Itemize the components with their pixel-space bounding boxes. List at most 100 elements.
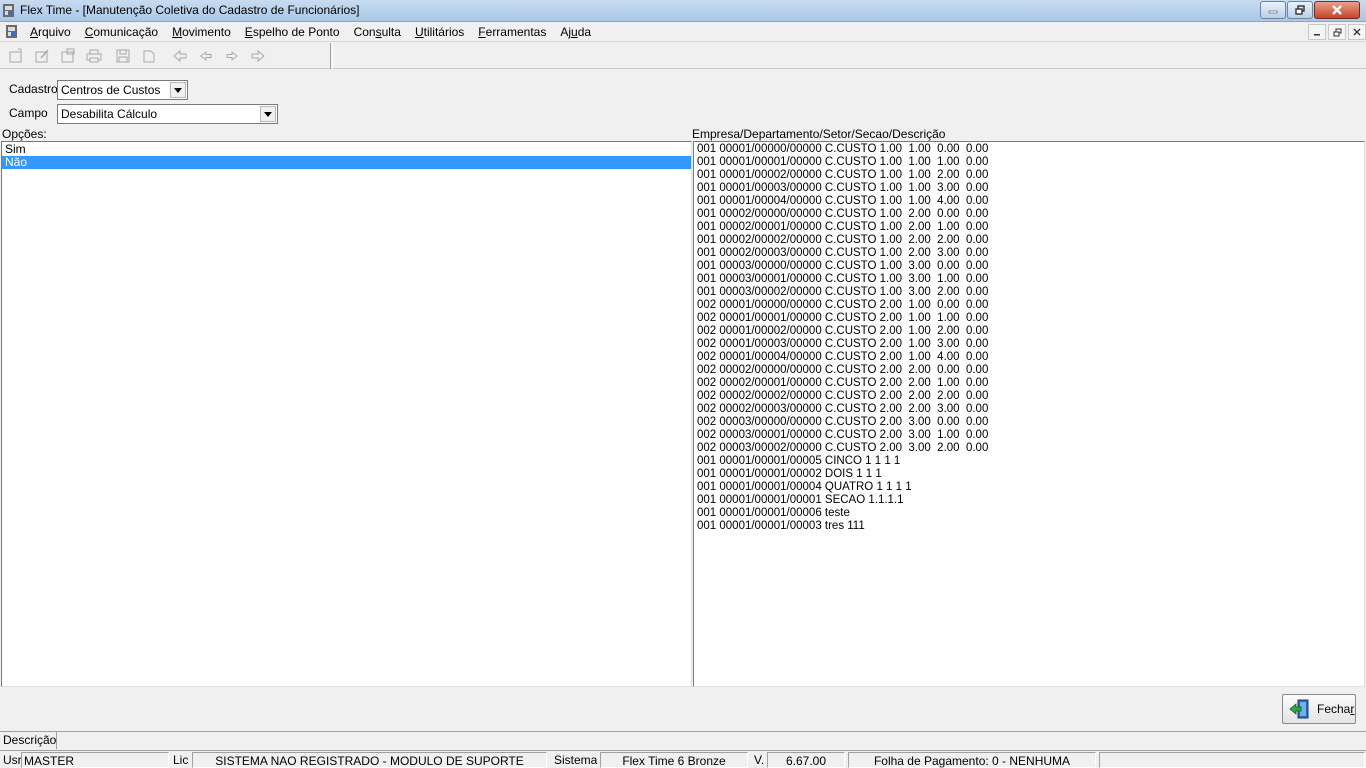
- menu-item-arquivo[interactable]: Arquivo: [23, 25, 78, 39]
- cadastro-select-value: Centros de Custos: [61, 83, 161, 97]
- delete-record-icon: [61, 48, 75, 63]
- window-title: Flex Time - [Manutenção Coletiva do Cada…: [20, 3, 360, 17]
- previous-arrow-icon: [200, 50, 212, 62]
- list-item[interactable]: 001 00001/00001/00006 teste: [694, 507, 1364, 520]
- list-item[interactable]: 001 00003/00000/00000 C.CUSTO 1.00 3.00 …: [694, 260, 1364, 273]
- list-item[interactable]: 001 00001/00004/00000 C.CUSTO 1.00 1.00 …: [694, 195, 1364, 208]
- list-item[interactable]: 001 00003/00001/00000 C.CUSTO 1.00 3.00 …: [694, 273, 1364, 286]
- option-item[interactable]: Não: [2, 156, 691, 169]
- restore-button[interactable]: [1287, 1, 1313, 19]
- mdi-close-button[interactable]: [1348, 24, 1366, 40]
- list-item[interactable]: 002 00002/00002/00000 C.CUSTO 2.00 2.00 …: [694, 390, 1364, 403]
- new-record-button[interactable]: [7, 47, 25, 65]
- undo-icon: [143, 50, 155, 63]
- delete-record-button[interactable]: [59, 47, 77, 65]
- status-version-value: 6.67.00: [767, 752, 845, 768]
- status-lic-label: Lic: [173, 753, 189, 767]
- last-record-button[interactable]: [249, 47, 267, 65]
- option-item[interactable]: Sim: [2, 143, 691, 156]
- restore-icon: [1295, 5, 1305, 15]
- list-item[interactable]: 001 00001/00001/00002 DOIS 1 1 1: [694, 468, 1364, 481]
- exit-door-icon: [1289, 699, 1309, 719]
- options-list[interactable]: Sim Não: [1, 141, 692, 687]
- list-item[interactable]: 002 00003/00001/00000 C.CUSTO 2.00 3.00 …: [694, 429, 1364, 442]
- menu-item-espelho-de-ponto[interactable]: Espelho de Ponto: [238, 25, 347, 39]
- list-item[interactable]: 001 00001/00002/00000 C.CUSTO 1.00 1.00 …: [694, 169, 1364, 182]
- opcoes-label: Opções:: [2, 127, 47, 141]
- save-icon: [116, 49, 130, 63]
- list-item[interactable]: 001 00001/00001/00001 SECAO 1.1.1.1: [694, 494, 1364, 507]
- close-icon: [1353, 28, 1361, 36]
- printer-icon: [86, 49, 102, 63]
- list-item[interactable]: 002 00002/00003/00000 C.CUSTO 2.00 2.00 …: [694, 403, 1364, 416]
- menu-bar: Arquivo Comunicação Movimento Espelho de Po…: [0, 22, 1366, 42]
- next-arrow-icon: [226, 50, 238, 62]
- toolbar: [0, 43, 1366, 69]
- fechar-button-label: Fechar: [1317, 702, 1355, 716]
- app-icon[interactable]: [2, 3, 16, 18]
- list-item[interactable]: 002 00003/00000/00000 C.CUSTO 2.00 3.00 …: [694, 416, 1364, 429]
- cancel-button[interactable]: [140, 47, 158, 65]
- list-item[interactable]: 001 00002/00002/00000 C.CUSTO 1.00 2.00 …: [694, 234, 1364, 247]
- close-window-button[interactable]: [1314, 1, 1360, 19]
- minimize-button[interactable]: [1260, 1, 1286, 19]
- status-usr-label: Usr: [3, 753, 22, 767]
- menu-item-utilitarios[interactable]: Utilitários: [408, 25, 471, 39]
- descricao-label: Descrição: [0, 732, 57, 749]
- next-record-button[interactable]: [223, 47, 241, 65]
- list-item[interactable]: 001 00001/00000/00000 C.CUSTO 1.00 1.00 …: [694, 143, 1364, 156]
- list-item[interactable]: 001 00001/00001/00003 tres 111: [694, 520, 1364, 533]
- status-bar: Usr MASTER Lic SISTEMA NAO REGISTRADO - …: [0, 750, 1366, 768]
- list-item[interactable]: 002 00001/00004/00000 C.CUSTO 2.00 1.00 …: [694, 351, 1364, 364]
- empresa-label: Empresa/Departamento/Setor/Secao/Descriç…: [692, 127, 946, 141]
- status-version-label: V.: [754, 753, 765, 767]
- list-item[interactable]: 001 00002/00000/00000 C.CUSTO 1.00 2.00 …: [694, 208, 1364, 221]
- campo-select-value: Desabilita Cálculo: [61, 107, 158, 121]
- document-icon[interactable]: [5, 24, 19, 39]
- chevron-down-icon[interactable]: [170, 82, 186, 98]
- list-item[interactable]: 002 00001/00003/00000 C.CUSTO 2.00 1.00 …: [694, 338, 1364, 351]
- list-item[interactable]: 002 00002/00001/00000 C.CUSTO 2.00 2.00 …: [694, 377, 1364, 390]
- list-item[interactable]: 001 00001/00001/00004 QUATRO 1 1 1 1: [694, 481, 1364, 494]
- campo-label: Campo: [9, 106, 48, 120]
- mdi-minimize-button[interactable]: [1308, 24, 1326, 40]
- status-usr-value: MASTER: [21, 752, 169, 768]
- edit-record-button[interactable]: [33, 47, 51, 65]
- list-item[interactable]: 001 00001/00001/00000 C.CUSTO 1.00 1.00 …: [694, 156, 1364, 169]
- status-sistema-value: Flex Time 6 Bronze: [600, 752, 748, 768]
- menu-item-ajuda[interactable]: Ajuda: [553, 25, 598, 39]
- list-item[interactable]: 001 00001/00003/00000 C.CUSTO 1.00 1.00 …: [694, 182, 1364, 195]
- menu-item-consulta[interactable]: Consulta: [347, 25, 408, 39]
- chevron-down-icon[interactable]: [260, 106, 276, 122]
- previous-record-button[interactable]: [197, 47, 215, 65]
- first-record-button[interactable]: [171, 47, 189, 65]
- list-item[interactable]: 001 00002/00003/00000 C.CUSTO 1.00 2.00 …: [694, 247, 1364, 260]
- description-panel: Descrição: [0, 731, 1366, 749]
- list-item[interactable]: 002 00002/00000/00000 C.CUSTO 2.00 2.00 …: [694, 364, 1364, 377]
- last-arrow-icon: [251, 49, 265, 63]
- first-arrow-icon: [173, 49, 187, 63]
- new-record-icon: [9, 48, 22, 63]
- list-item[interactable]: 001 00002/00001/00000 C.CUSTO 1.00 2.00 …: [694, 221, 1364, 234]
- fechar-button[interactable]: Fechar: [1282, 694, 1356, 724]
- list-item[interactable]: 002 00001/00000/00000 C.CUSTO 2.00 1.00 …: [694, 299, 1364, 312]
- minimize-icon: [1268, 10, 1278, 14]
- title-bar[interactable]: Flex Time - [Manutenção Coletiva do Cada…: [0, 0, 1366, 22]
- list-item[interactable]: 002 00001/00002/00000 C.CUSTO 2.00 1.00 …: [694, 325, 1364, 338]
- menu-item-ferramentas[interactable]: Ferramentas: [471, 25, 553, 39]
- list-item[interactable]: 001 00001/00001/00005 CINCO 1 1 1 1: [694, 455, 1364, 468]
- list-item[interactable]: 002 00001/00001/00000 C.CUSTO 2.00 1.00 …: [694, 312, 1364, 325]
- save-button[interactable]: [114, 47, 132, 65]
- minimize-icon: [1314, 34, 1320, 36]
- status-extra-panel: [1099, 752, 1365, 768]
- campo-select[interactable]: Desabilita Cálculo: [57, 104, 278, 124]
- status-sistema-label: Sistema: [554, 753, 598, 767]
- list-item[interactable]: 001 00003/00002/00000 C.CUSTO 1.00 3.00 …: [694, 286, 1364, 299]
- list-item[interactable]: 002 00003/00002/00000 C.CUSTO 2.00 3.00 …: [694, 442, 1364, 455]
- menu-item-movimento[interactable]: Movimento: [165, 25, 238, 39]
- print-button[interactable]: [85, 47, 103, 65]
- menu-item-comunicacao[interactable]: Comunicação: [78, 25, 165, 39]
- cost-center-list[interactable]: 001 00001/00000/00000 C.CUSTO 1.00 1.00 …: [693, 141, 1365, 687]
- cadastro-select[interactable]: Centros de Custos: [57, 80, 188, 100]
- mdi-restore-button[interactable]: [1328, 24, 1346, 40]
